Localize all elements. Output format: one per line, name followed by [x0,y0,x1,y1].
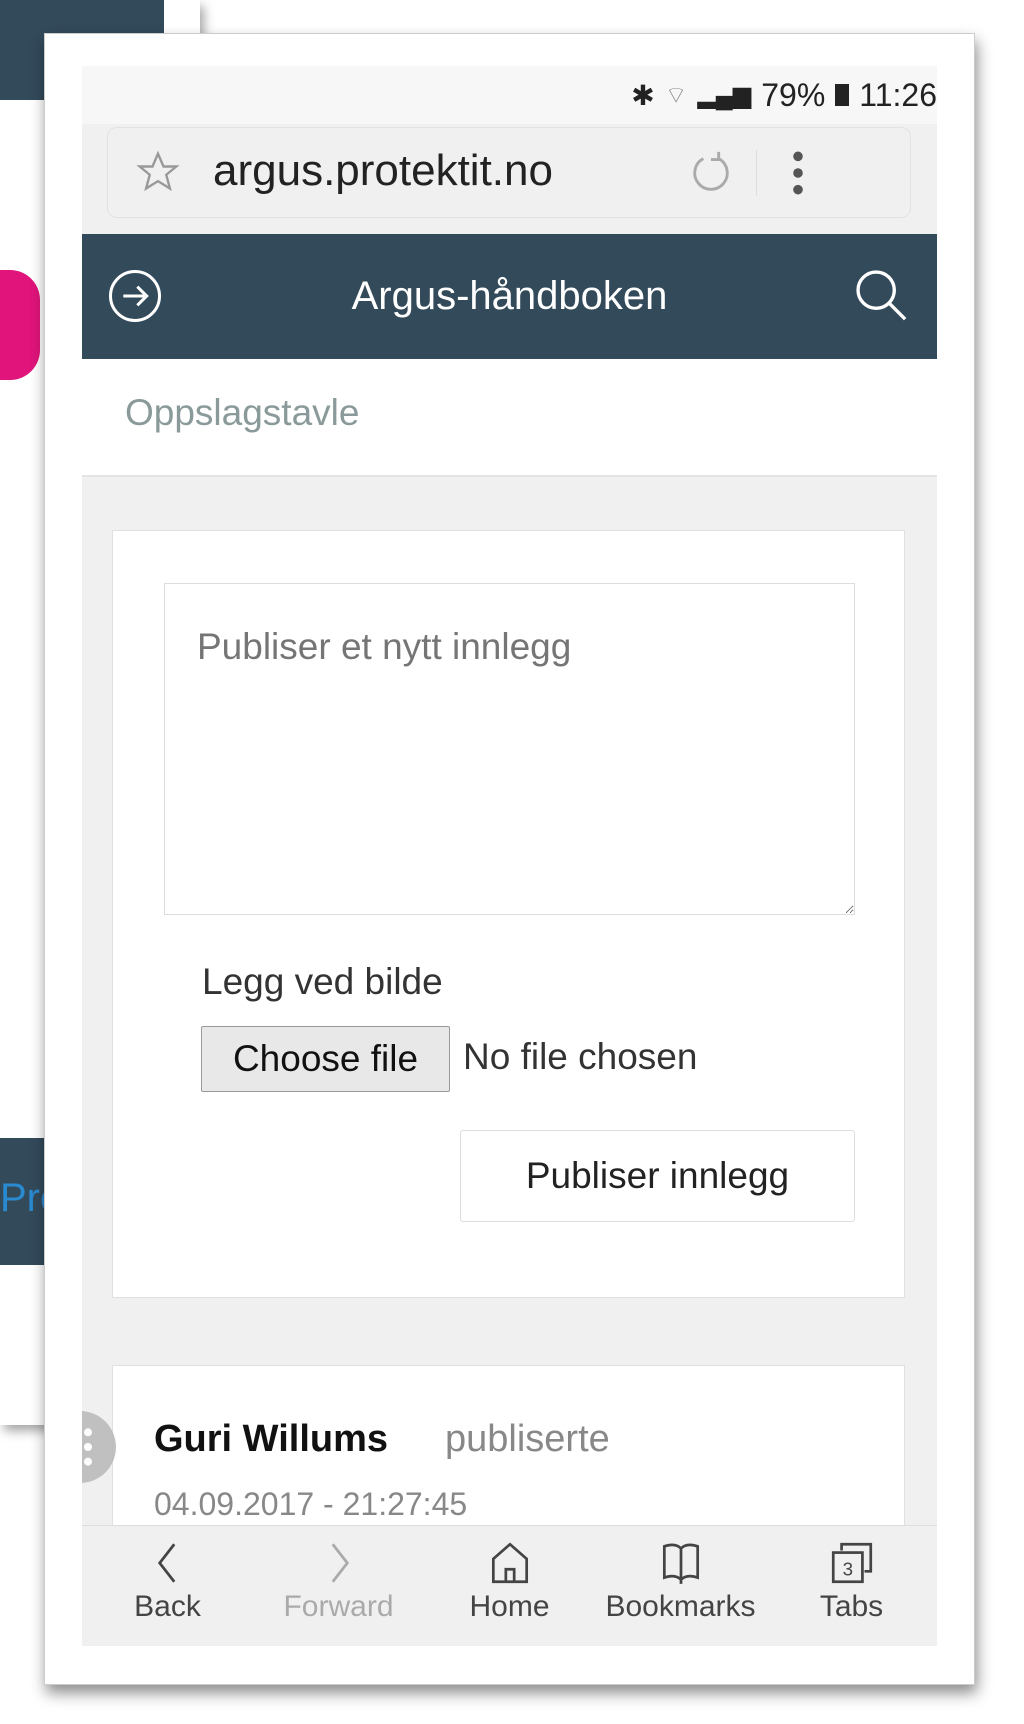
nav-label: Back [134,1590,201,1623]
phone-screen: ✱ ⌔ ▂▄▆ 79% 11:26 argus.protektit.no Arg… [82,66,937,1646]
attach-label: Legg ved bilde [202,961,443,1002]
chevron-left-icon [157,1543,175,1583]
more-vert-icon[interactable] [788,148,808,198]
reload-icon[interactable] [688,150,734,196]
no-file-text: No file chosen [463,1036,698,1077]
nav-label: Bookmarks [605,1590,756,1623]
battery-percent: 79% [761,76,826,113]
nav-label: Forward [283,1590,394,1623]
signal-icon: ▂▄▆ [697,81,752,109]
address-bar[interactable]: argus.protektit.no [107,127,911,218]
post-textarea[interactable] [164,583,855,915]
clock: 11:26 [859,76,937,113]
nav-label: Home [469,1590,550,1623]
post-timestamp: 04.09.2017 - 21:27:45 [154,1486,468,1522]
nav-forward[interactable]: Forward [259,1526,419,1646]
chevron-right-icon [331,1543,349,1583]
tab-count: 3 [842,1559,852,1580]
section-title: Oppslagstavle [125,392,360,433]
app-header: Argus-håndboken [82,234,937,359]
nav-home[interactable]: Home [430,1526,590,1646]
book-icon [662,1543,699,1584]
home-icon [491,1542,528,1584]
post-author[interactable]: Guri Willums [154,1418,388,1461]
background-logo [0,270,40,380]
nav-label: Tabs [819,1590,884,1623]
composer-card: Legg ved bilde Choose file No file chose… [112,530,905,1298]
bottom-nav: Back Forward Home Bookmarks 3 Tabs [82,1525,937,1646]
section-bar: Oppslagstavle [82,359,937,477]
choose-file-button[interactable]: Choose file [201,1026,450,1092]
wifi-icon: ⌔ [664,82,688,109]
url-text[interactable]: argus.protektit.no [213,146,553,196]
app-title: Argus-håndboken [351,274,668,318]
more-vert-icon [83,1428,93,1466]
status-bar: ✱ ⌔ ▂▄▆ 79% 11:26 [82,66,937,124]
bluetooth-icon: ✱ [631,79,655,111]
publish-button[interactable]: Publiser innlegg [460,1130,855,1222]
search-icon[interactable] [852,266,910,324]
star-icon[interactable] [136,150,180,194]
nav-tabs[interactable]: 3 Tabs [772,1526,932,1646]
battery-icon [835,84,850,106]
post-action: publiserte [445,1418,610,1460]
nav-back[interactable]: Back [88,1526,248,1646]
tabs-icon: 3 [831,1542,872,1584]
floating-menu-button[interactable] [82,1411,116,1483]
nav-bookmarks[interactable]: Bookmarks [601,1526,761,1646]
